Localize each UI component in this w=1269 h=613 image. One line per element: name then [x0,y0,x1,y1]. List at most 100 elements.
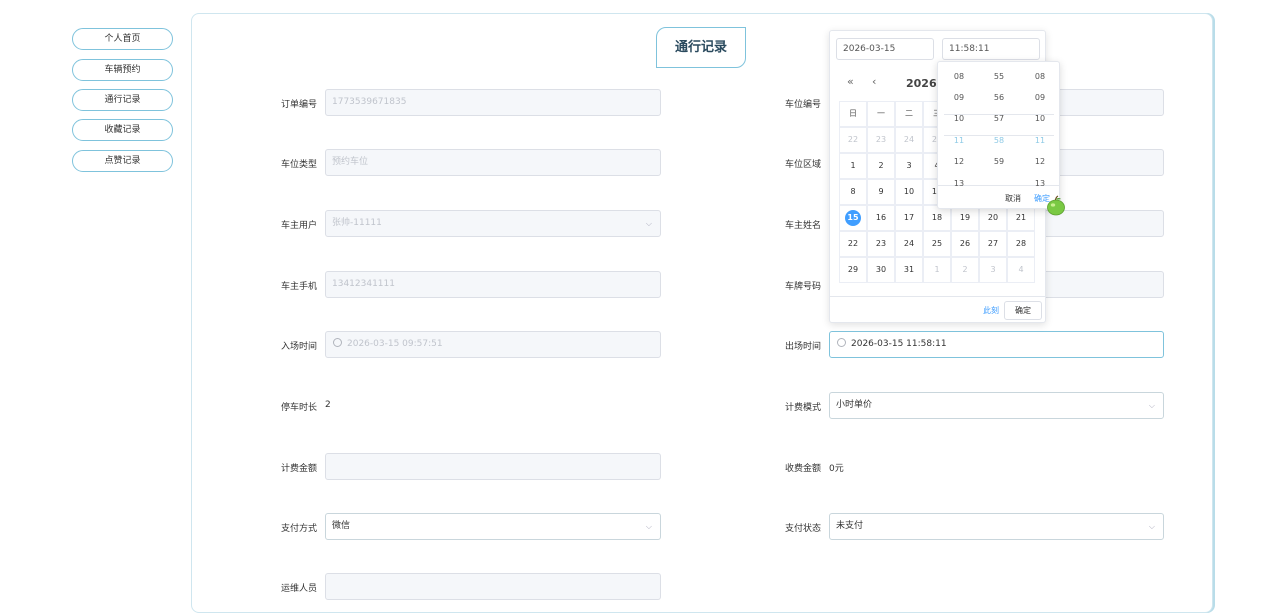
chevron-down-icon: ⌵ [1148,522,1155,531]
calendar-day[interactable]: 26 [951,231,979,257]
calendar-day[interactable]: 29 [839,257,867,283]
pay-status-select[interactable]: 未支付 ⌵ [829,513,1164,540]
calendar-day[interactable]: 28 [1007,231,1035,257]
calendar-day[interactable]: 30 [867,257,895,283]
billing-mode-label: 计费模式 [784,403,821,413]
space-type-field[interactable]: 预约车位 [325,149,661,176]
time-hours-option[interactable]: 08 [944,72,974,81]
calendar-day[interactable]: 31 [895,257,923,283]
calendar-day[interactable]: 24 [895,231,923,257]
time-minutes-option[interactable]: 55 [984,72,1014,81]
time-seconds-option[interactable]: 10 [1025,114,1055,123]
calendar-day[interactable]: 2 [867,153,895,179]
plate-no-label: 车牌号码 [784,282,821,292]
sidebar-item-reservation[interactable]: 车辆预约 [72,59,173,81]
calendar-day[interactable]: 15 [839,205,867,231]
time-minutes-option[interactable]: 59 [984,157,1014,166]
fee-amount-field[interactable] [325,453,661,480]
time-minutes-option[interactable]: 57 [984,114,1014,123]
time-hours-option[interactable]: 09 [944,93,974,102]
space-no-label: 车位编号 [784,100,821,110]
calendar-day[interactable]: 24 [895,127,923,153]
time-seconds-option[interactable]: 13 [1025,179,1055,188]
space-type-label: 车位类型 [280,160,317,170]
calendar-day[interactable]: 3 [895,153,923,179]
time-spinner-footer: 取消 确定 [938,185,1059,208]
calendar-day[interactable]: 23 [867,231,895,257]
pay-method-select[interactable]: 微信 ⌵ [325,513,661,540]
sidebar-item-favorites[interactable]: 收藏记录 [72,119,173,141]
owner-name-label: 车主姓名 [784,221,821,231]
exit-time-value: 2026-03-15 11:58:11 [851,339,947,349]
apple-cursor-icon [1047,195,1065,216]
entry-time-field[interactable]: 2026-03-15 09:57:51 [325,331,661,358]
calendar-day[interactable]: 3 [979,257,1007,283]
duration-label: 停车时长 [280,403,317,413]
exit-time-field[interactable]: 2026-03-15 11:58:11 [829,331,1164,358]
weekday-header: 一 [867,101,895,127]
now-button[interactable]: 此刻 [983,305,999,316]
fee-amount-label: 计费金额 [280,464,317,474]
duration-value: 2 [325,400,331,410]
pay-method-value: 微信 [332,521,351,531]
time-hours-option[interactable]: 11 [944,136,974,145]
billing-mode-value: 小时单价 [836,400,873,410]
time-hours-option[interactable]: 10 [944,114,974,123]
page-title: 通行记录 [656,27,746,68]
calendar-day[interactable]: 22 [839,127,867,153]
time-cancel-button[interactable]: 取消 [1005,193,1021,204]
selected-day: 15 [845,210,861,226]
owner-user-select[interactable]: 张帅-11111 ⌵ [325,210,661,237]
owner-user-value: 张帅-11111 [332,218,382,228]
time-seconds-option[interactable]: 11 [1025,136,1055,145]
order-no-field[interactable]: 1773539671835 [325,89,661,116]
calendar-day[interactable]: 4 [1007,257,1035,283]
weekday-header: 日 [839,101,867,127]
next-field[interactable] [325,573,661,600]
owner-phone-label: 车主手机 [280,282,317,292]
calendar-day[interactable]: 16 [867,205,895,231]
clock-icon [837,338,846,347]
owner-phone-field[interactable]: 13412341111 [325,271,661,298]
chevron-down-icon: ⌵ [1148,401,1155,410]
calendar-day[interactable]: 1 [923,257,951,283]
calendar-day[interactable]: 22 [839,231,867,257]
entry-time-label: 入场时间 [280,342,317,352]
order-no-label: 订单编号 [280,100,317,110]
calendar-day[interactable]: 9 [867,179,895,205]
calendar-day[interactable]: 17 [895,205,923,231]
space-area-label: 车位区域 [784,160,821,170]
calendar-day[interactable]: 27 [979,231,1007,257]
time-minutes-option[interactable]: 58 [984,136,1014,145]
calendar-day[interactable]: 10 [895,179,923,205]
time-seconds-option[interactable]: 12 [1025,157,1055,166]
time-minutes-option[interactable]: 56 [984,93,1014,102]
time-seconds-option[interactable]: 08 [1025,72,1055,81]
time-spinner: 取消 确定 08 09 10 11 12 13 55 56 57 58 59 08 09 10 11 12 13 [937,61,1060,209]
prev-month-button[interactable]: ‹ [872,75,876,88]
picker-footer: 此刻 确定 [830,296,1045,323]
calendar-day[interactable]: 8 [839,179,867,205]
next-field-label: 运维人员 [280,584,317,594]
prev-year-button[interactable]: « [847,75,854,88]
picker-confirm-button[interactable]: 确定 [1004,301,1042,320]
sidebar-item-pass-records[interactable]: 通行记录 [72,89,173,111]
calendar-day[interactable]: 25 [923,231,951,257]
pay-status-value: 未支付 [836,521,864,531]
time-hours-option[interactable]: 13 [944,179,974,188]
entry-time-value: 2026-03-15 09:57:51 [347,339,443,349]
chevron-down-icon: ⌵ [645,522,652,531]
picker-date-input[interactable]: 2026-03-15 [836,38,934,60]
picker-time-input[interactable]: 11:58:11 [942,38,1040,60]
time-selection-line [944,114,1054,115]
billing-mode-select[interactable]: 小时单价 ⌵ [829,392,1164,419]
calendar-day[interactable]: 1 [839,153,867,179]
exit-time-label: 出场时间 [784,342,821,352]
sidebar-item-home[interactable]: 个人首页 [72,28,173,50]
calendar-day[interactable]: 2 [951,257,979,283]
time-hours-option[interactable]: 12 [944,157,974,166]
pay-method-label: 支付方式 [280,524,317,534]
sidebar-item-likes[interactable]: 点赞记录 [72,150,173,172]
time-seconds-option[interactable]: 09 [1025,93,1055,102]
calendar-day[interactable]: 23 [867,127,895,153]
